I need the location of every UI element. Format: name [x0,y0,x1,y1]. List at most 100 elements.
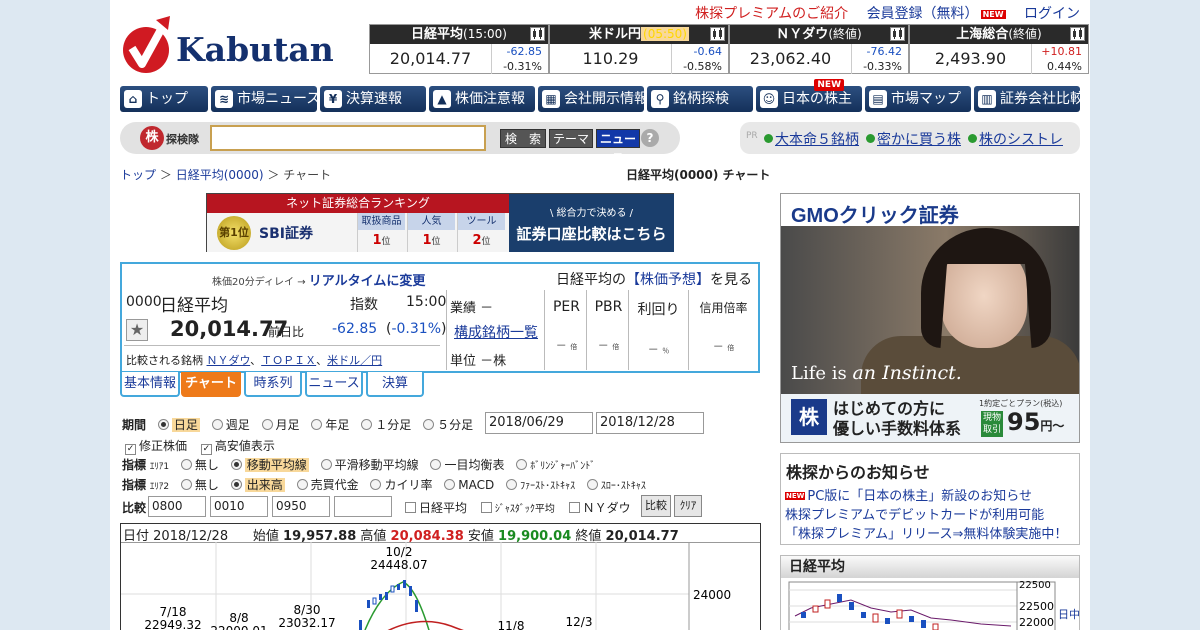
candle-chart-icon[interactable] [710,27,725,41]
radio-area1-none[interactable] [180,459,192,470]
stock-name: 日経平均 [160,296,228,316]
radio-label: 無し [194,458,219,472]
tab-earnings[interactable]: 決算 [366,372,424,397]
pr-link-1[interactable]: 大本命５銘柄 [764,129,859,149]
notice-item[interactable]: 「株探プレミアム」リリース⇒無料体験実施中！ [785,523,1067,542]
radio-label: 一目均衡表 [444,458,505,472]
checkbox-nydow[interactable] [568,502,580,513]
nav-disclosure[interactable]: ▦ 会社開示情報 [538,86,648,112]
gmo-click-ad[interactable]: GMOクリック証券 Life is an Instinct. 株 はじめての方に… [780,193,1080,443]
radio-5min[interactable] [423,419,435,430]
breadcrumb-stock[interactable]: 日経平均(0000) [176,168,264,182]
compare-link[interactable]: ＴＯＰＩＸ [261,354,316,367]
checkbox-adjusted[interactable]: ✓ [125,444,136,455]
nav-alerts[interactable]: ▲ 株価注意報 [429,86,535,112]
help-icon[interactable]: ? [641,129,659,147]
rank-value: 1位 [408,230,455,253]
chart-canvas[interactable]: 24000 23000 7/1822949.328/822000.018/302… [121,542,760,630]
candle [403,580,406,588]
tab-timeseries[interactable]: 時系列 [244,372,302,397]
tab-chart[interactable]: チャート [181,372,241,397]
grid-icon: ▦ [542,90,560,108]
candle-chart-icon[interactable] [1070,27,1085,41]
radio-area1-bollinger[interactable] [516,459,528,470]
rank-number: 1 [372,233,382,248]
radio-area2-fast-stoch[interactable] [506,479,518,490]
checkbox-nikkei[interactable] [405,502,416,513]
ticker-nikkei[interactable]: 日経平均(15:00) 20,014.77 -62.85 -0.31% [369,24,549,74]
compare-code-4[interactable] [334,496,392,517]
breadcrumb-top[interactable]: トップ [120,168,156,182]
notice-item[interactable]: 株探プレミアムでデビットカードが利用可能 [785,504,1044,523]
rank-value: 1位 [358,230,405,253]
realtime-link[interactable]: リアルタイムに変更 [309,274,426,289]
forecast-link[interactable]: 【株価予想】 [626,272,710,288]
radio-area2-turnover[interactable] [296,479,308,490]
checkbox-hilo[interactable]: ✓ [200,444,212,455]
nav-stock-search[interactable]: ⚲ 銘柄探検 [647,86,753,112]
delay-note: 株価20分ディレイ → リアルタイムに変更 [212,270,425,289]
radio-area1-ma[interactable] [230,459,242,470]
news-button[interactable]: ニュース [596,129,640,165]
tab-news[interactable]: ニュース [305,372,363,397]
broker-ranking-banner[interactable]: ネット証券総合ランキング 第1位 SBI証券 取扱商品 1位 人気 1位 ツール 2位… [206,193,674,252]
map-icon: ▤ [869,90,887,108]
period-label: 期間 [122,418,147,432]
theme-button[interactable]: テーマ [549,129,593,148]
ticker-usdjpy[interactable]: 米ドル円 (05:50) 110.29 -0.64 -0.58% [549,24,729,74]
nav-label: 株価注意報 [455,91,525,107]
nav-market-map[interactable]: ▤ 市場マップ [865,86,971,112]
radio-area2-none[interactable] [180,479,192,490]
search-input[interactable] [210,125,486,151]
compare-code-3[interactable]: 0950 [272,496,330,517]
compare-link[interactable]: ＮＹダウ [207,354,251,367]
favorite-star-icon[interactable]: ★ [126,319,148,341]
pr-link-2[interactable]: 密かに買う株 [866,129,961,149]
login-link[interactable]: ログイン [1024,6,1080,22]
candle-chart-icon[interactable] [530,27,545,41]
radio-area1-ema[interactable] [320,459,332,470]
radio-weekly[interactable] [211,419,223,430]
radio-area2-volume[interactable] [230,479,242,490]
radio-yearly[interactable] [311,419,323,430]
radio-area2-slow-stoch[interactable] [586,479,598,490]
radio-monthly[interactable] [261,419,273,430]
radio-daily[interactable] [157,419,169,430]
radio-area2-deviation[interactable] [370,479,382,490]
premium-link[interactable]: 株探プレミアムのご紹介 [695,6,848,22]
compare-button[interactable]: 比較 [641,495,671,517]
annotation-value: 22949.32 [144,618,201,630]
nikkei-mini-chart[interactable]: 日経平均 22500 22500 22000 21500 日中 [780,555,1080,630]
ticker-nydow[interactable]: ＮＹダウ(終値) 23,062.40 -76.42 -0.33% [729,24,909,74]
logo-mark-icon [123,16,170,73]
candle-chart-icon[interactable] [890,27,905,41]
date-from-input[interactable]: 2018/06/29 [485,412,593,434]
members-link[interactable]: 構成銘柄一覧 [454,322,538,342]
ticker-shanghai[interactable]: 上海総合(終値) 2,493.90 +10.81 0.44% [909,24,1089,74]
nav-market-news[interactable]: ≋ 市場ニュース [211,86,320,112]
nav-shareholders[interactable]: ☺ 日本の株主 NEW [756,79,862,112]
clear-button[interactable]: ｸﾘｱ [674,495,702,517]
compare-code-2[interactable]: 0010 [210,496,268,517]
pr-link-3[interactable]: 株のシストレ [968,129,1063,149]
kabutan-logo[interactable]: Kabutan [120,14,350,78]
radio-1min[interactable] [361,419,373,430]
pr-bar: PR 大本命５銘柄 密かに買う株 株のシストレ [740,122,1080,154]
register-link[interactable]: 会員登録（無料） NEW [867,6,1006,22]
broker-compare-link[interactable]: \ 総合力で決める / 証券口座比較はこちら [509,194,674,252]
register-label: 会員登録（無料） [866,6,979,22]
nav-top[interactable]: ⌂ トップ [120,86,208,112]
nav-broker-compare[interactable]: ▥ 証券会社比較 [974,86,1084,112]
search-button[interactable]: 検 索 [500,129,546,148]
metric-number: － [555,339,567,352]
compare-code-1[interactable]: 0800 [148,496,206,517]
date-to-input[interactable]: 2018/12/28 [596,412,704,434]
tab-basic-info[interactable]: 基本情報 [120,372,180,397]
nav-earnings[interactable]: ¥ 決算速報 [320,86,426,112]
notice-item[interactable]: NEW PC版に「日本の株主」新設のお知らせ [785,485,1032,504]
radio-area1-ichimoku[interactable] [430,459,442,470]
compare-sep: 、 [316,354,328,367]
radio-area2-macd[interactable] [444,479,456,490]
compare-link[interactable]: 米ドル／円 [327,354,382,367]
checkbox-jasdaq[interactable] [480,502,492,513]
